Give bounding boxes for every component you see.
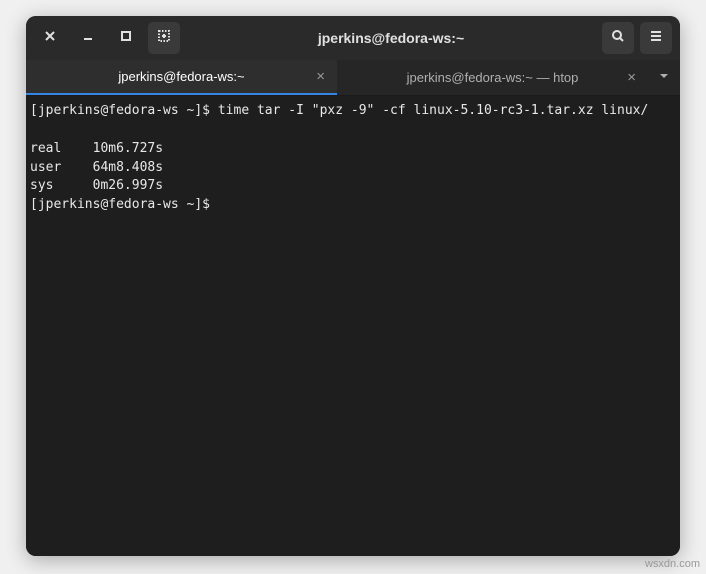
terminal-line: real 10m6.727s [30,141,163,156]
close-icon: × [316,68,325,85]
titlebar: jperkins@fedora-ws:~ [26,16,680,60]
titlebar-left [34,22,180,54]
prompt: [jperkins@fedora-ws ~]$ [30,103,218,118]
hamburger-icon [649,29,663,48]
tabbar: jperkins@fedora-ws:~ × jperkins@fedora-w… [26,60,680,96]
menu-button[interactable] [640,22,672,54]
search-icon [611,29,625,48]
window-title: jperkins@fedora-ws:~ [186,30,596,46]
terminal-line: sys 0m26.997s [30,178,163,193]
new-tab-button[interactable] [148,22,180,54]
tab-label: jperkins@fedora-ws:~ — htop [407,70,579,85]
minimize-button[interactable] [72,22,104,54]
minimize-icon [82,29,94,47]
tab-0[interactable]: jperkins@fedora-ws:~ × [26,60,337,95]
close-button[interactable] [34,22,66,54]
tab-close-button[interactable]: × [316,68,325,85]
tab-dropdown-button[interactable] [648,60,680,95]
terminal-line: user 64m8.408s [30,160,163,175]
watermark-text: wsxdn.com [645,558,700,570]
chevron-down-icon [658,69,670,87]
tab-1[interactable]: jperkins@fedora-ws:~ — htop × [337,60,648,95]
titlebar-right [602,22,672,54]
close-icon: × [627,69,636,86]
tab-label: jperkins@fedora-ws:~ [118,69,244,84]
search-button[interactable] [602,22,634,54]
terminal-output[interactable]: [jperkins@fedora-ws ~]$ time tar -I "pxz… [26,96,680,556]
maximize-icon [120,29,132,47]
close-icon [44,29,56,47]
command-text: time tar -I "pxz -9" -cf linux-5.10-rc3-… [218,103,648,118]
prompt: [jperkins@fedora-ws ~]$ [30,197,218,212]
maximize-button[interactable] [110,22,142,54]
tab-close-button[interactable]: × [627,69,636,86]
plus-icon [157,29,171,48]
terminal-window: jperkins@fedora-ws:~ jperkins@fedora-ws:… [26,16,680,556]
